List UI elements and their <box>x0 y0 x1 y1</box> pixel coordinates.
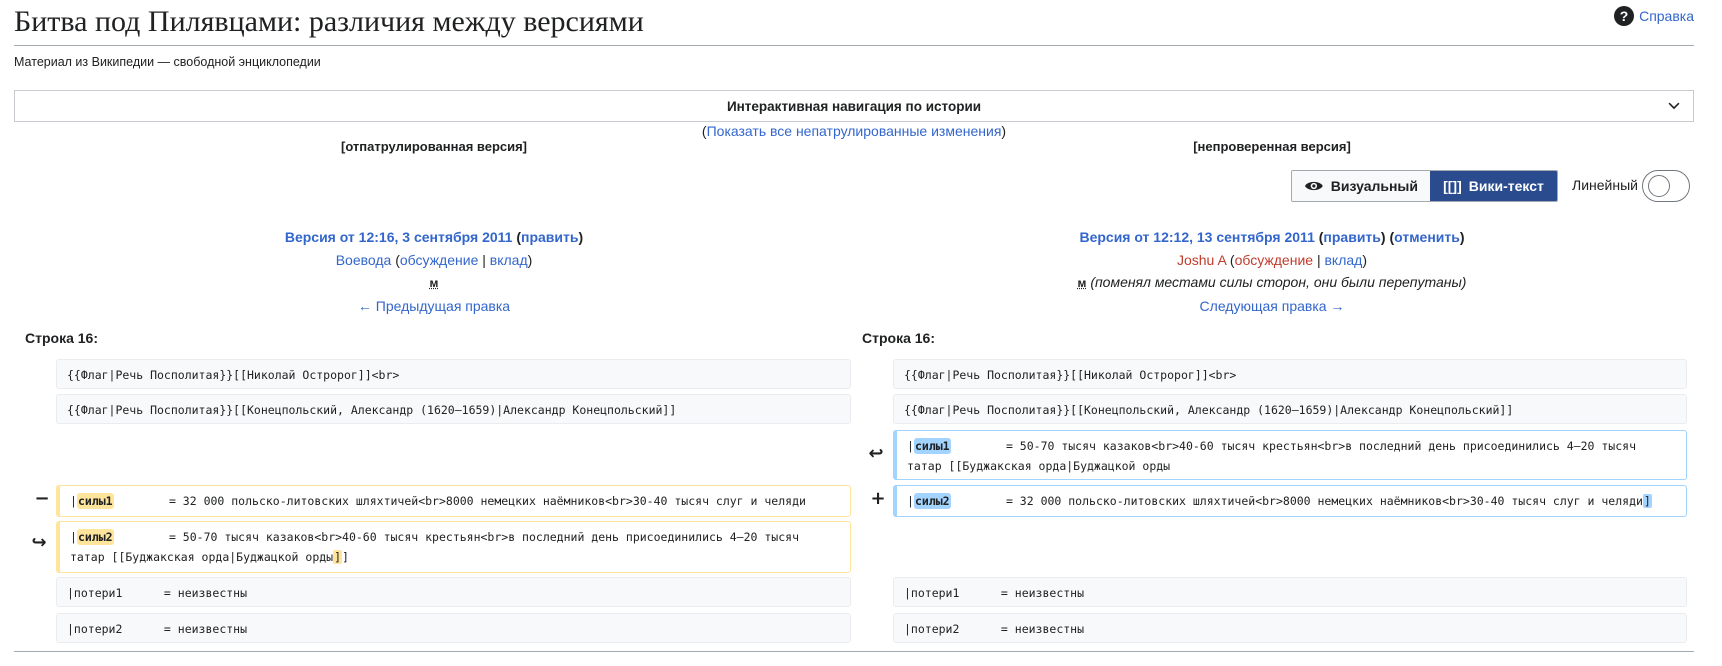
diff-context-right: {{Флаг|Речь Посполитая}}[[Конецпольский,… <box>893 394 1687 424</box>
left-contrib-link[interactable]: вклад <box>490 252 528 268</box>
help-icon: ? <box>1614 6 1635 26</box>
right-line-number: Строка 16: <box>862 330 935 346</box>
diff-context-right: {{Флаг|Речь Посполитая}}[[Николай Острор… <box>893 359 1687 389</box>
show-all-unpatrolled-link[interactable]: Показать все непатрулированные изменения <box>707 123 1002 139</box>
moved-left-key: силы2 <box>76 529 114 545</box>
next-edit-link[interactable]: Следующая правка → <box>1200 298 1345 314</box>
right-contrib-link[interactable]: вклад <box>1324 252 1362 268</box>
left-version-info: Версия от 12:16, 3 сентября 2011 (правит… <box>284 229 584 314</box>
left-line-number: Строка 16: <box>25 330 98 346</box>
history-navigation-toggle[interactable]: Интерактивная навигация по истории <box>14 90 1694 122</box>
left-minor-edit-mark: м <box>429 276 439 290</box>
eye-icon <box>1304 181 1323 191</box>
right-version-status: [непроверенная версия] <box>1193 139 1351 154</box>
help-link[interactable]: ? Справка <box>1614 6 1694 26</box>
diff-added-line: |силы2 = 32 000 польско-литовских шляхти… <box>893 485 1687 517</box>
wikitext-icon: [[]] <box>1443 178 1462 194</box>
site-subtitle: Материал из Википедии — свободной энцикл… <box>14 55 321 69</box>
diff-moved-right: |силы1 = 50-70 тысяч казаков<br>40-60 ты… <box>893 430 1687 480</box>
diff-context-left: |потери1 = неизвестны <box>56 577 851 607</box>
diff-moved-left: |силы2 = 50-70 тысяч казаков<br>40-60 ты… <box>56 521 851 573</box>
right-user-link[interactable]: Joshu A <box>1177 252 1226 268</box>
diff-context-right: |потери2 = неизвестны <box>893 613 1687 643</box>
diff-context-right: |потери1 = неизвестны <box>893 577 1687 607</box>
switch-knob <box>1648 175 1670 197</box>
left-edit-link[interactable]: править <box>521 229 578 245</box>
diff-deleted-line: |силы1 = 32 000 польско-литовских шляхти… <box>56 485 851 517</box>
moved-key: силы1 <box>913 438 951 454</box>
show-all-unpatrolled: (Показать все непатрулированные изменени… <box>701 123 1007 139</box>
visual-view-button[interactable]: Визуальный <box>1292 171 1430 201</box>
history-navigation-title: Интерактивная навигация по истории <box>726 98 982 114</box>
visual-view-label: Визуальный <box>1330 178 1418 194</box>
previous-edit-link[interactable]: ← Предыдущая правка <box>358 298 510 314</box>
right-talk-link[interactable]: обсуждение <box>1235 252 1313 268</box>
edit-summary: (поменял местами силы сторон, они были п… <box>1090 274 1467 290</box>
wikitext-view-button[interactable]: [[]] Вики-текст <box>1430 171 1557 201</box>
diff-context-left: {{Флаг|Речь Посполитая}}[[Николай Острор… <box>56 359 851 389</box>
added-line-plus-icon: + <box>870 488 886 509</box>
linear-view-switch[interactable] <box>1642 170 1690 202</box>
linear-view-label: Линейный <box>1572 177 1638 193</box>
help-link-label[interactable]: Справка <box>1639 8 1694 24</box>
left-version-status: [отпатрулированная версия] <box>340 139 528 154</box>
right-minor-edit-mark: м <box>1077 276 1087 290</box>
wikitext-view-label: Вики-текст <box>1468 178 1544 194</box>
left-version-link[interactable]: Версия от 12:16, 3 сентября 2011 <box>285 229 513 245</box>
added-key: силы2 <box>913 493 951 509</box>
right-version-link[interactable]: Версия от 12:12, 13 сентября 2011 <box>1079 229 1314 245</box>
right-version-info: Версия от 12:12, 13 сентября 2011 (прави… <box>1077 229 1467 314</box>
title-divider <box>14 45 1694 46</box>
deleted-key: силы1 <box>76 493 114 509</box>
diff-context-left: {{Флаг|Речь Посполитая}}[[Конецпольский,… <box>56 394 851 424</box>
left-user-link[interactable]: Воевода <box>336 252 392 268</box>
left-talk-link[interactable]: обсуждение <box>400 252 478 268</box>
chevron-down-icon <box>1668 102 1680 110</box>
right-edit-link[interactable]: править <box>1323 229 1380 245</box>
undo-link[interactable]: отменить <box>1394 229 1460 245</box>
page-title: Битва под Пилявцами: различия между верс… <box>14 5 644 38</box>
bottom-divider <box>14 651 1694 652</box>
moved-paragraph-back-icon[interactable]: ↩ <box>866 443 886 464</box>
moved-paragraph-forward-icon[interactable]: ↪ <box>29 532 49 553</box>
diff-context-left: |потери2 = неизвестны <box>56 613 851 643</box>
deleted-line-minus-icon: − <box>34 488 50 509</box>
diff-view-toggle: Визуальный [[]] Вики-текст <box>1291 170 1558 202</box>
